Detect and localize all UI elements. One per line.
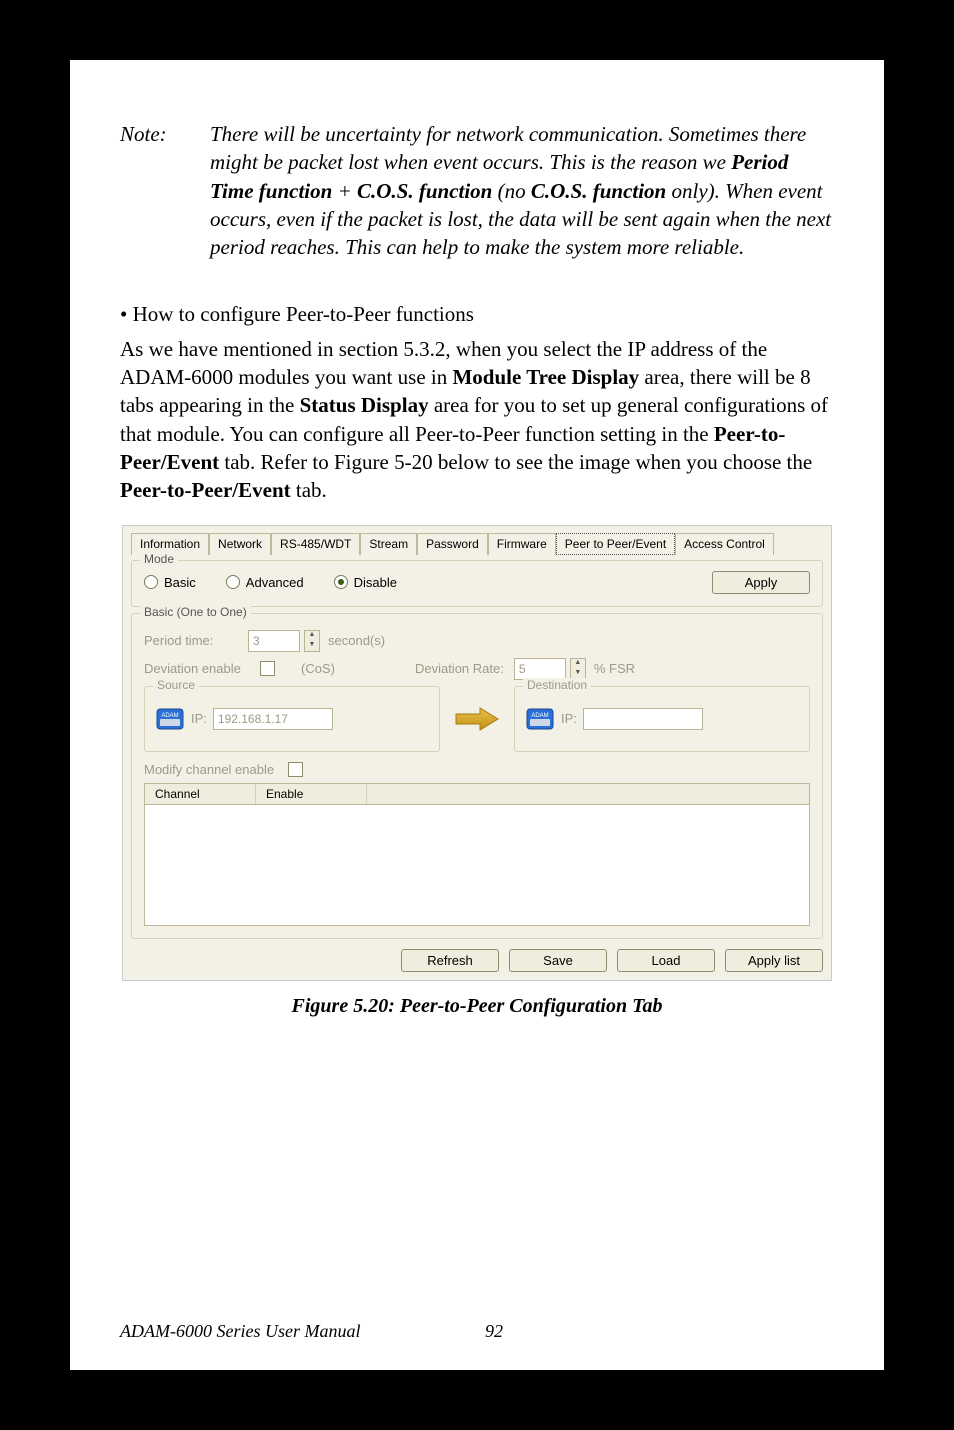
radio-advanced-label: Advanced [246, 575, 304, 590]
col-enable: Enable [256, 784, 367, 804]
fsr-label: % FSR [594, 661, 635, 676]
manual-title: ADAM-6000 Series User Manual [120, 1321, 360, 1341]
note-label: Note: [120, 120, 210, 262]
button-row: Refresh Save Load Apply list [131, 949, 823, 972]
period-input[interactable]: 3 [248, 630, 300, 652]
svg-text:ADAM: ADAM [531, 713, 548, 719]
page: Note: There will be uncertainty for netw… [70, 60, 884, 1370]
radio-basic[interactable]: Basic [144, 575, 196, 590]
page-number: 92 [485, 1321, 503, 1342]
apply-list-button[interactable]: Apply list [725, 949, 823, 972]
figure-caption: Figure 5.20: Peer-to-Peer Configuration … [120, 995, 834, 1018]
radio-dot-icon [334, 575, 348, 589]
adam-module-icon: ADAM [155, 705, 185, 733]
save-button[interactable]: Save [509, 949, 607, 972]
period-stepper[interactable]: ▲▼ [304, 630, 320, 652]
source-legend: Source [153, 678, 199, 692]
mode-group: Mode Basic Advanced Disable Apply [131, 560, 823, 607]
radio-disable-label: Disable [354, 575, 397, 590]
dev-enable-label: Deviation enable [144, 661, 254, 676]
chevron-down-icon: ▼ [305, 641, 319, 651]
tab-stream[interactable]: Stream [360, 533, 417, 555]
destination-group: Destination ADAM IP: [514, 686, 810, 752]
radio-dot-icon [144, 575, 158, 589]
note-text-3: (no [498, 179, 531, 203]
config-dialog: Information Network RS-485/WDT Stream Pa… [122, 525, 832, 981]
radio-basic-label: Basic [164, 575, 196, 590]
tab-strip: Information Network RS-485/WDT Stream Pa… [131, 532, 823, 554]
mode-legend: Mode [140, 552, 178, 566]
radio-disable[interactable]: Disable [334, 575, 397, 590]
dst-ip-input[interactable] [583, 708, 703, 730]
howto-bullet: • How to configure Peer-to-Peer function… [120, 302, 834, 327]
basic-legend: Basic (One to One) [140, 605, 251, 619]
channel-list-header: Channel Enable [144, 783, 810, 805]
tab-access-control[interactable]: Access Control [675, 533, 774, 555]
second-label: second(s) [328, 633, 385, 648]
basic-group: Basic (One to One) Period time: 3 ▲▼ sec… [131, 613, 823, 939]
tab-password[interactable]: Password [417, 533, 488, 555]
p-t4: tab. Refer to Figure 5-20 below to see t… [224, 450, 812, 474]
cos-label: (CoS) [301, 661, 335, 676]
dst-ip-label: IP: [561, 711, 577, 726]
chevron-up-icon: ▲ [571, 659, 585, 669]
note-body: There will be uncertainty for network co… [210, 120, 834, 262]
note-block: Note: There will be uncertainty for netw… [120, 120, 834, 262]
modify-channel-label: Modify channel enable [144, 762, 274, 777]
chevron-up-icon: ▲ [305, 631, 319, 641]
p-b1: Module Tree Display [452, 365, 639, 389]
svg-text:ADAM: ADAM [161, 713, 178, 719]
p-t5: tab. [296, 478, 327, 502]
note-bold-3: C.O.S. function [531, 179, 666, 203]
page-footer: ADAM-6000 Series User Manual 92 [120, 1321, 503, 1342]
modify-channel-checkbox[interactable] [288, 762, 303, 777]
apply-button[interactable]: Apply [712, 571, 810, 594]
p-b2: Status Display [300, 393, 429, 417]
source-group: Source ADAM IP: 192.168.1.17 [144, 686, 440, 752]
p-b4: Peer-to-Peer/Event [120, 478, 291, 502]
src-ip-input[interactable]: 192.168.1.17 [213, 708, 333, 730]
note-bold-2: C.O.S. function [357, 179, 492, 203]
refresh-button[interactable]: Refresh [401, 949, 499, 972]
tab-rs485[interactable]: RS-485/WDT [271, 533, 360, 555]
dev-rate-stepper[interactable]: ▲▼ [570, 658, 586, 680]
period-label: Period time: [144, 633, 244, 648]
channel-list[interactable] [144, 805, 810, 926]
note-text-1: There will be uncertainty for network co… [210, 122, 806, 174]
radio-dot-icon [226, 575, 240, 589]
destination-legend: Destination [523, 678, 591, 692]
dev-rate-input[interactable]: 5 [514, 658, 566, 680]
load-button[interactable]: Load [617, 949, 715, 972]
tab-firmware[interactable]: Firmware [488, 533, 556, 555]
tab-network[interactable]: Network [209, 533, 271, 555]
src-ip-label: IP: [191, 711, 207, 726]
tab-peer-to-peer[interactable]: Peer to Peer/Event [556, 533, 675, 555]
adam-module-icon: ADAM [525, 705, 555, 733]
note-text-2: + [338, 179, 357, 203]
dev-enable-checkbox[interactable] [260, 661, 275, 676]
dev-rate-label: Deviation Rate: [415, 661, 504, 676]
arrow-icon [454, 704, 500, 734]
col-channel: Channel [145, 784, 256, 804]
radio-advanced[interactable]: Advanced [226, 575, 304, 590]
body-paragraph: As we have mentioned in section 5.3.2, w… [120, 335, 834, 505]
